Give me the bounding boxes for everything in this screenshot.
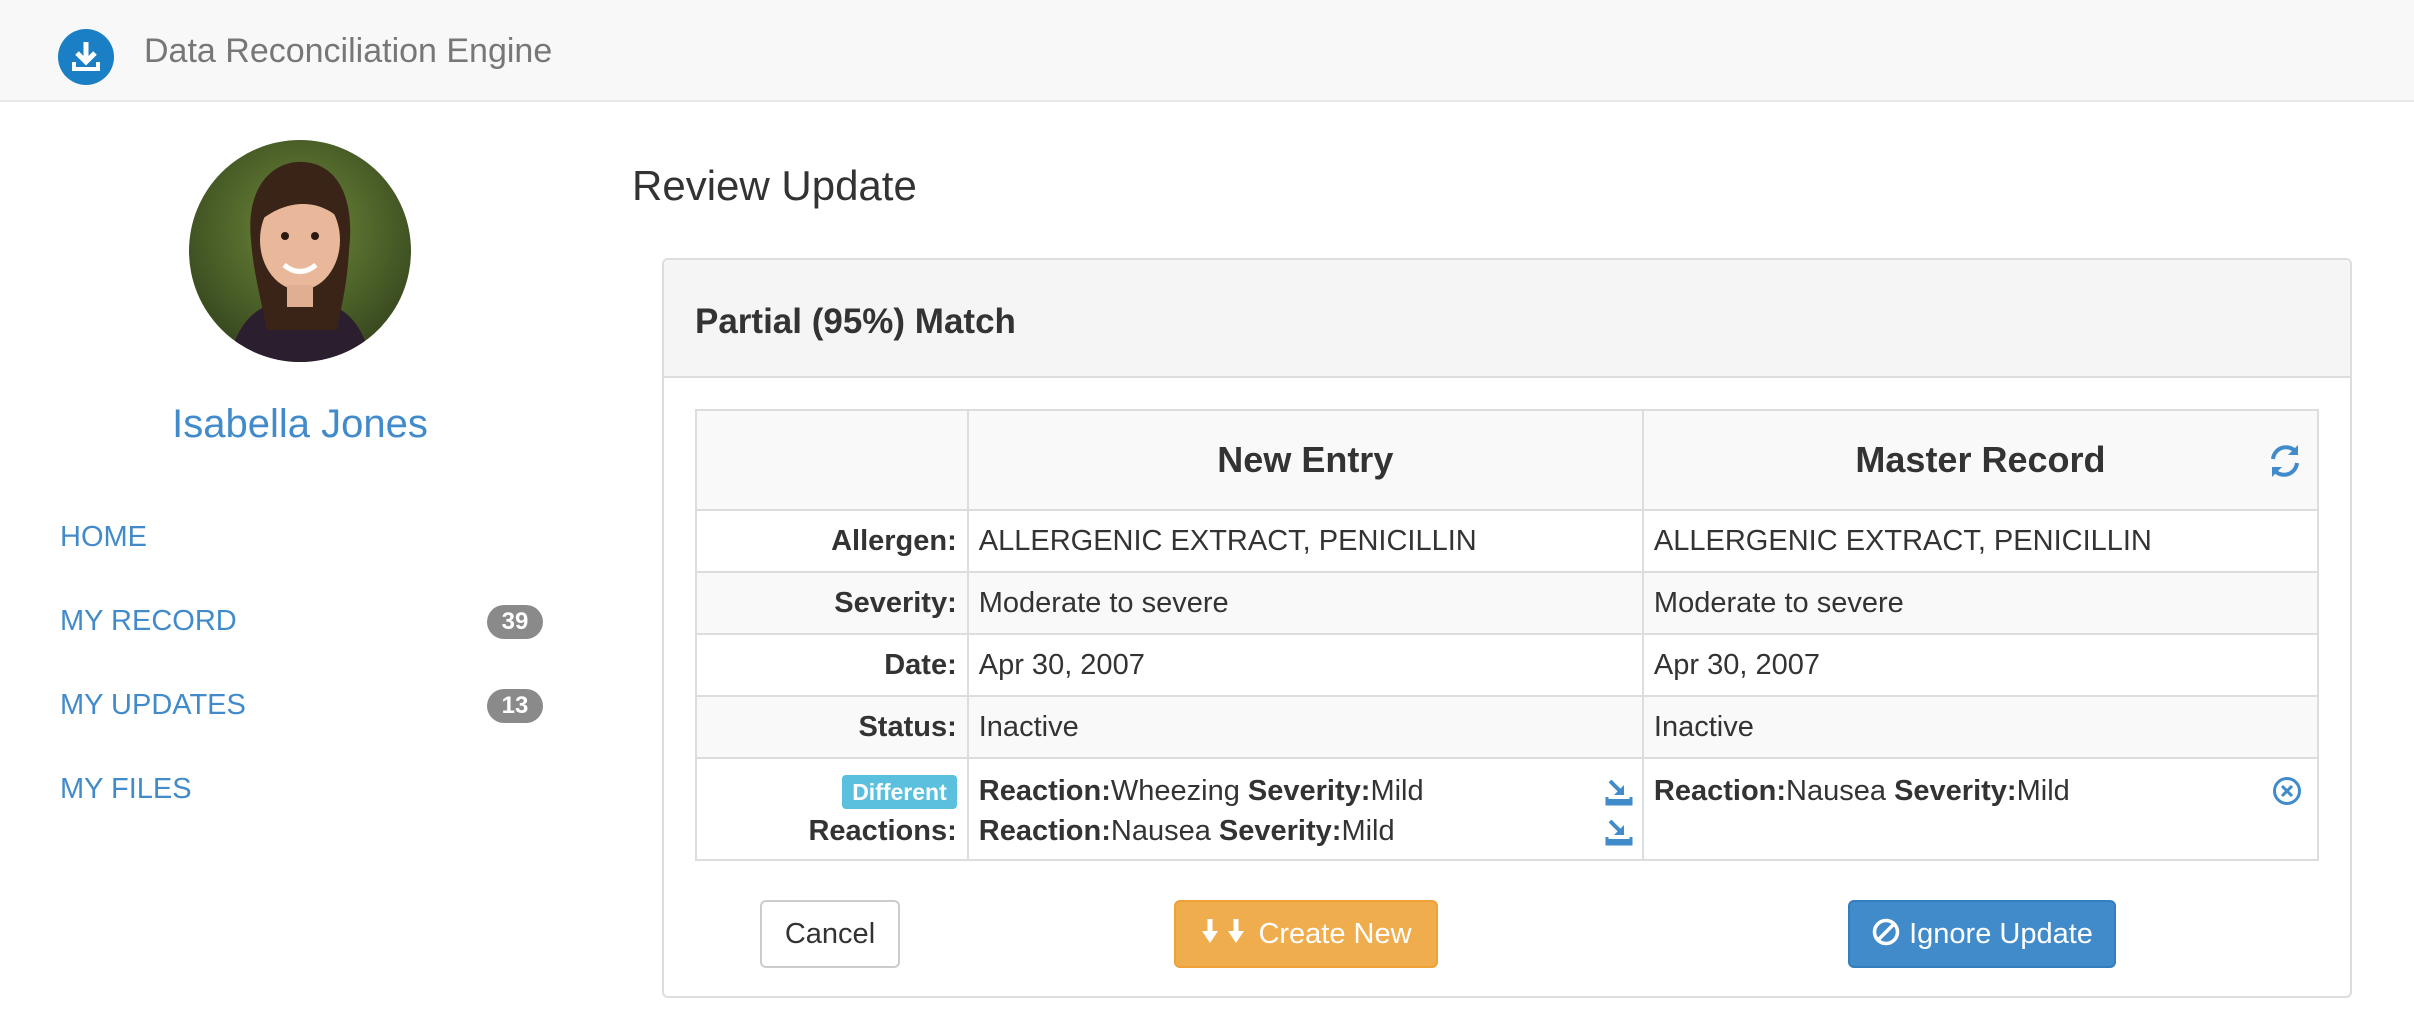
ban-icon (1872, 918, 1900, 946)
new-entry-cell: Moderate to severe (966, 571, 1644, 635)
master-record-cell: Apr 30, 2007 (1641, 633, 2320, 697)
row-label: Different Reactions: (695, 757, 969, 861)
column-header-label: Master Record (1855, 439, 2106, 480)
double-arrow-down-icon (1202, 919, 1245, 943)
count-badge: 13 (487, 689, 543, 723)
remove-circle-icon[interactable] (2271, 775, 2303, 807)
create-new-button[interactable]: Create New (1174, 900, 1438, 968)
table-header-row: New Entry Master Record (695, 409, 2320, 511)
ignore-update-button[interactable]: Ignore Update (1848, 900, 2116, 968)
download-icon[interactable] (58, 29, 114, 85)
severity-value: Mild (1370, 775, 1424, 807)
reaction-key: Reaction: (978, 775, 1111, 807)
reaction-value: Wheezing (1110, 775, 1240, 807)
new-entry-cell: ALLERGENIC EXTRACT, PENICILLIN (966, 509, 1644, 573)
merge-down-icon[interactable] (1604, 777, 1634, 807)
reaction-key: Reaction: (978, 815, 1111, 847)
row-label: Status: (695, 695, 969, 759)
severity-value: Mild (2016, 775, 2070, 807)
master-record-cell: Moderate to severe (1641, 571, 2320, 635)
sidebar-item-home[interactable]: HOME (60, 509, 550, 565)
sidebar-item-label: HOME (60, 521, 147, 553)
severity-key: Severity: (1247, 775, 1371, 807)
severity-key: Severity: (1218, 815, 1342, 847)
column-header-new-entry: New Entry (966, 409, 1644, 511)
reaction-value: Nausea (1786, 775, 1887, 807)
top-navbar: Data Reconciliation Engine (0, 0, 2414, 102)
match-panel: Partial (95%) Match New Entry Master Rec… (662, 258, 2352, 998)
row-label: Severity: (695, 571, 969, 635)
new-entry-reactions-cell: Reaction:Wheezing Severity:Mild Reaction… (966, 757, 1644, 861)
reaction-key: Reaction: (1653, 775, 1787, 807)
table-row-reactions: Different Reactions: Reaction:Wheezing S… (695, 757, 2320, 861)
reactions-label: Reactions: (808, 815, 957, 847)
reaction-value: Nausea (1110, 815, 1211, 847)
avatar (189, 140, 411, 362)
panel-heading: Partial (95%) Match (664, 260, 2350, 378)
different-badge: Different (842, 775, 957, 809)
sidebar-item-my-updates[interactable]: MY UPDATES 13 (60, 677, 550, 733)
table-row: Date: Apr 30, 2007 Apr 30, 2007 (695, 633, 2320, 697)
app-title[interactable]: Data Reconciliation Engine (144, 32, 552, 71)
page-title: Review Update (632, 162, 917, 209)
table-row: Status: Inactive Inactive (695, 695, 2320, 759)
refresh-icon[interactable] (2265, 441, 2305, 481)
cancel-button[interactable]: Cancel (760, 900, 900, 968)
master-record-cell: Inactive (1641, 695, 2320, 759)
sidebar-item-label: MY RECORD (60, 605, 237, 637)
row-label: Allergen: (695, 509, 969, 573)
sidebar-item-my-record[interactable]: MY RECORD 39 (60, 593, 550, 649)
reaction-item: Reaction:Nausea Severity:Mild (978, 811, 1634, 851)
sidebar-item-label: MY FILES (60, 773, 192, 805)
master-record-cell: ALLERGENIC EXTRACT, PENICILLIN (1641, 509, 2320, 573)
table-row: Allergen: ALLERGENIC EXTRACT, PENICILLIN… (695, 509, 2320, 573)
severity-key: Severity: (1894, 775, 2017, 807)
ignore-update-button-label: Ignore Update (1909, 918, 2093, 950)
master-record-reactions-cell: Reaction:Nausea Severity:Mild (1641, 757, 2320, 861)
row-label: Date: (695, 633, 969, 697)
new-entry-cell: Apr 30, 2007 (966, 633, 1644, 697)
cancel-button-label: Cancel (784, 918, 876, 950)
count-badge: 39 (487, 605, 543, 639)
new-entry-cell: Inactive (966, 695, 1644, 759)
reaction-item: Reaction:Wheezing Severity:Mild (978, 771, 1634, 811)
sidebar-item-label: MY UPDATES (60, 689, 246, 721)
reaction-item: Reaction:Nausea Severity:Mild (1654, 771, 2307, 811)
table-row: Severity: Moderate to severe Moderate to… (695, 571, 2320, 635)
sidebar-item-my-files[interactable]: MY FILES (60, 761, 550, 817)
empty-header-cell (695, 409, 969, 511)
user-name[interactable]: Isabella Jones (0, 402, 600, 447)
merge-down-icon[interactable] (1604, 817, 1634, 847)
create-new-button-label: Create New (1258, 918, 1412, 950)
column-header-master-record: Master Record (1641, 409, 2320, 511)
severity-value: Mild (1341, 815, 1395, 847)
comparison-table: New Entry Master Record Allergen: ALLERG… (695, 409, 2320, 861)
panel-title: Partial (95%) Match (695, 302, 1016, 341)
